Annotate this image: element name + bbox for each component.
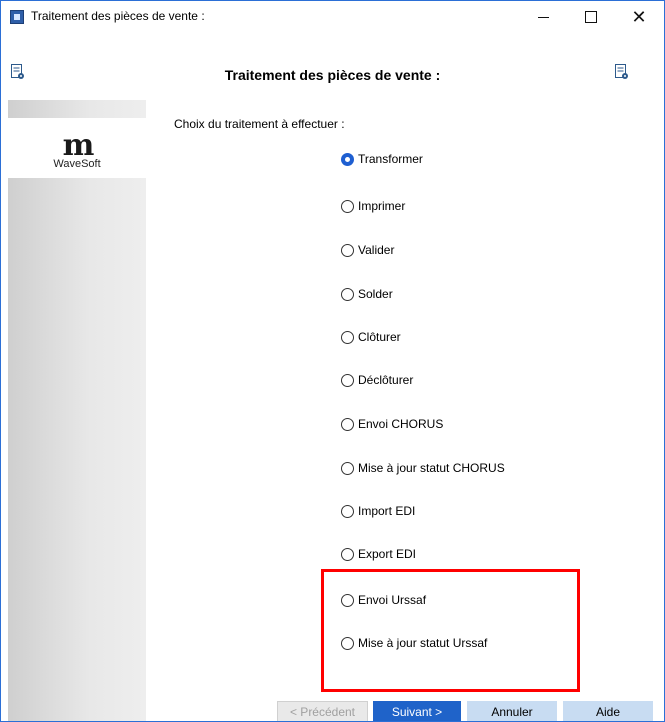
maximize-icon [585,11,597,23]
radio-button[interactable] [341,373,354,387]
minimize-button[interactable] [520,1,566,33]
logo-text: WaveSoft [53,158,101,170]
radio-button[interactable] [341,287,354,301]
radio-button[interactable] [341,417,354,431]
option-mise-a-jour-statut-chorus[interactable]: Mise à jour statut CHORUS [341,459,505,477]
radio-button[interactable] [341,243,354,257]
maximize-button[interactable] [568,1,614,33]
minimize-icon [537,16,549,18]
radio-button[interactable] [341,199,354,213]
option-label: Export EDI [358,547,417,561]
previous-button[interactable]: < Précédent [277,701,368,721]
option-label: Envoi CHORUS [358,417,444,431]
option-solder[interactable]: Solder [341,285,393,303]
close-icon: ✕ [631,7,647,27]
option-label: Solder [358,287,393,301]
option-transformer[interactable]: Transformer [341,150,423,168]
choice-prompt: Choix du traitement à effectuer : [174,117,345,131]
option-label: Imprimer [358,199,406,213]
wavesoft-logo: m WaveSoft [8,118,146,178]
window-title: Traitement des pièces de vente : [31,9,205,23]
side-panel: m WaveSoft [8,100,146,721]
option-label: Clôturer [358,330,401,344]
radio-button[interactable] [341,504,354,518]
option-imprimer[interactable]: Imprimer [341,197,405,215]
option-label: Valider [358,243,395,257]
option-envoi-chorus[interactable]: Envoi CHORUS [341,415,443,433]
cancel-button[interactable]: Annuler [467,701,557,721]
option-cloturer[interactable]: Clôturer [341,328,401,346]
radio-button-selected[interactable] [341,152,354,166]
help-button[interactable]: Aide [563,701,653,721]
option-label: Import EDI [358,504,416,518]
page-title: Traitement des pièces de vente : [224,67,441,83]
radio-button[interactable] [341,461,354,475]
title-bar[interactable]: Traitement des pièces de vente : ✕ [1,1,664,33]
option-label: Transformer [358,152,423,166]
radio-button[interactable] [341,547,354,561]
option-export-edi[interactable]: Export EDI [341,545,416,563]
option-label: Mise à jour statut CHORUS [358,461,505,475]
dialog-header: Traitement des pièces de vente : [1,55,664,91]
highlight-annotation [321,569,580,692]
close-button[interactable]: ✕ [616,1,662,33]
radio-button[interactable] [341,330,354,344]
settings-document-icon[interactable] [615,64,629,80]
dialog-window: Traitement des pièces de vente : ✕ Trait… [0,0,665,722]
option-label: Déclôturer [358,373,414,387]
option-decloturer[interactable]: Déclôturer [341,371,413,389]
option-valider[interactable]: Valider [341,241,394,259]
next-button[interactable]: Suivant > [373,701,461,721]
option-import-edi[interactable]: Import EDI [341,502,415,520]
app-icon [10,10,24,24]
